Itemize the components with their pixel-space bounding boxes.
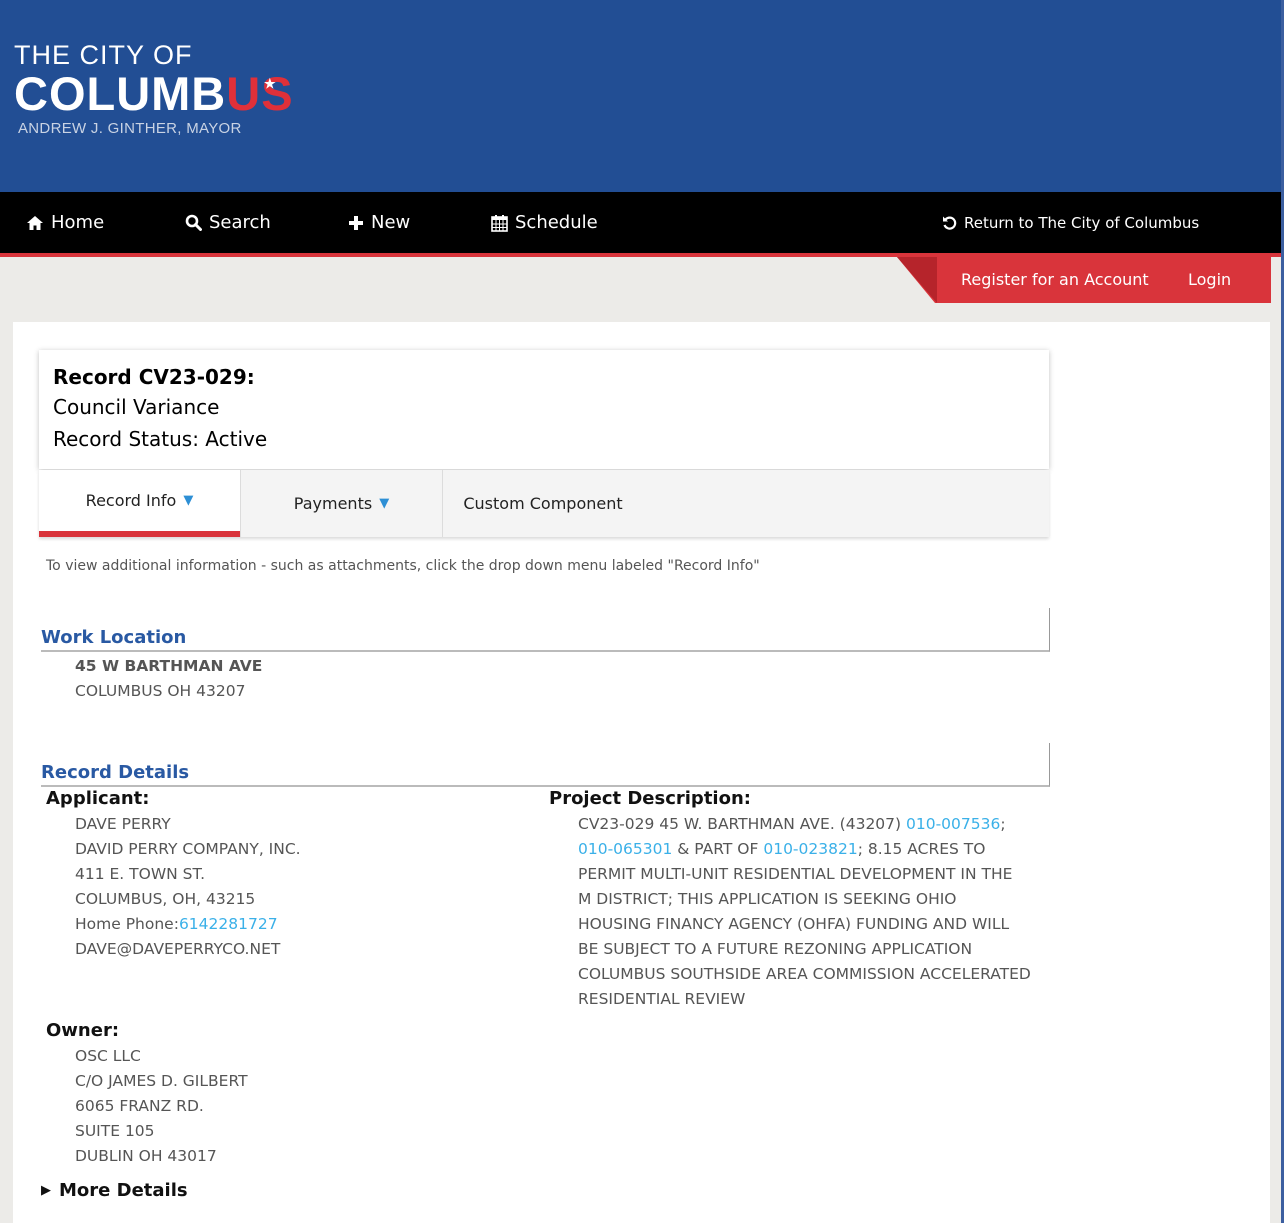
logo-line1: THE CITY OF	[14, 40, 193, 70]
tab-custom-component[interactable]: Custom Component	[443, 470, 643, 537]
applicant-name: DAVE PERRY	[75, 815, 171, 833]
site-header: THE CITY OF COLUMBUS ★ ANDREW J. GINTHER…	[0, 0, 1284, 192]
parcel-link[interactable]: 010-065301	[578, 840, 672, 858]
record-details-title: Record Details	[41, 762, 190, 783]
project-line-1: CV23-029 45 W. BARTHMAN AVE. (43207) 010…	[578, 812, 1006, 837]
main-nav: Home Search New Schedule Return to The C…	[0, 192, 1284, 253]
nav-new-label: New	[371, 212, 411, 233]
owner-label: Owner:	[46, 1020, 120, 1041]
phone-link[interactable]: 6142281727	[179, 915, 278, 933]
record-details-header: Record Details	[41, 743, 1050, 787]
owner-name: OSC LLC	[75, 1047, 141, 1065]
calendar-icon	[491, 214, 508, 232]
tab-custom-label: Custom Component	[463, 494, 623, 513]
project-line-5: HOUSING FINANCY AGENCY (OHFA) FUNDING AN…	[578, 915, 1010, 933]
applicant-street: 411 E. TOWN ST.	[75, 865, 206, 883]
more-details-toggle[interactable]: ▶ More Details	[41, 1180, 188, 1201]
work-location-header: Work Location	[41, 608, 1050, 652]
parcel-link[interactable]: 010-023821	[763, 840, 857, 858]
nav-home[interactable]: Home	[26, 192, 104, 253]
project-text: & PART OF	[672, 840, 764, 858]
tab-record-info[interactable]: Record Info ▼	[39, 470, 240, 537]
tab-payments[interactable]: Payments ▼	[241, 470, 442, 537]
account-bar: Register for an Account Login	[897, 257, 1271, 303]
record-tabs: Record Info ▼ Payments ▼ Custom Componen…	[39, 470, 1049, 537]
caret-right-icon: ▶	[41, 1183, 51, 1198]
register-link[interactable]: Register for an Account	[961, 270, 1149, 289]
owner-city: DUBLIN OH 43017	[75, 1147, 217, 1165]
star-icon: ★	[264, 76, 277, 91]
project-line-8: RESIDENTIAL REVIEW	[578, 990, 746, 1008]
logo-mayor: ANDREW J. GINTHER, MAYOR	[18, 120, 242, 137]
info-hint: To view additional information - such as…	[46, 558, 760, 574]
login-link[interactable]: Login	[1188, 270, 1231, 289]
nav-schedule[interactable]: Schedule	[491, 192, 598, 253]
nav-schedule-label: Schedule	[515, 212, 598, 233]
project-text: ; 8.15 ACRES TO	[857, 840, 986, 858]
project-line-6: BE SUBJECT TO A FUTURE REZONING APPLICAT…	[578, 940, 973, 958]
applicant-label: Applicant:	[46, 788, 150, 809]
project-text: CV23-029 45 W. BARTHMAN AVE. (43207)	[578, 815, 906, 833]
phone-label: Home Phone:	[75, 915, 179, 933]
project-line-4: M DISTRICT; THIS APPLICATION IS SEEKING …	[578, 890, 957, 908]
nav-search-label: Search	[209, 212, 271, 233]
project-line-3: PERMIT MULTI-UNIT RESIDENTIAL DEVELOPMEN…	[578, 865, 1013, 883]
city-logo[interactable]: THE CITY OF COLUMBUS ★ ANDREW J. GINTHER…	[14, 40, 326, 144]
plus-icon	[348, 215, 364, 231]
undo-icon	[942, 215, 957, 230]
search-icon	[185, 214, 202, 231]
home-icon	[26, 215, 44, 231]
nav-return-label: Return to The City of Columbus	[964, 213, 1200, 232]
work-location-street: 45 W BARTHMAN AVE	[75, 657, 263, 675]
logo-line2: COLUMBUS ★	[14, 70, 326, 118]
main-content: Record CV23-029: Council Variance Record…	[13, 322, 1270, 1223]
nav-home-label: Home	[51, 212, 105, 233]
nav-search[interactable]: Search	[185, 192, 271, 253]
owner-care-of: C/O JAMES D. GILBERT	[75, 1072, 248, 1090]
record-status: Record Status: Active	[53, 427, 268, 451]
caret-down-icon: ▼	[379, 496, 390, 511]
logo-columb: COLUMB	[14, 67, 227, 120]
applicant-phone: Home Phone:6142281727	[75, 912, 278, 937]
owner-street: 6065 FRANZ RD.	[75, 1097, 204, 1115]
record-title: Record CV23-029:	[53, 365, 255, 389]
nav-return[interactable]: Return to The City of Columbus	[942, 192, 1199, 253]
parcel-link[interactable]: 010-007536	[906, 815, 1000, 833]
work-location-title: Work Location	[41, 627, 187, 648]
nav-new[interactable]: New	[348, 192, 410, 253]
work-location-city: COLUMBUS OH 43207	[75, 682, 246, 700]
caret-down-icon: ▼	[183, 493, 194, 508]
tab-payments-label: Payments	[293, 494, 373, 513]
logo-us: US	[226, 67, 294, 120]
tab-record-info-label: Record Info	[85, 491, 177, 510]
project-text: ;	[1000, 815, 1006, 833]
record-header-card: Record CV23-029: Council Variance Record…	[39, 350, 1049, 469]
record-type: Council Variance	[53, 395, 220, 419]
owner-suite: SUITE 105	[75, 1122, 155, 1140]
more-details-label: More Details	[59, 1180, 188, 1201]
project-line-7: COLUMBUS SOUTHSIDE AREA COMMISSION ACCEL…	[578, 965, 1031, 983]
applicant-email: DAVE@DAVEPERRYCO.NET	[75, 940, 281, 958]
project-description-label: Project Description:	[549, 788, 751, 809]
applicant-company: DAVID PERRY COMPANY, INC.	[75, 840, 301, 858]
project-line-2: 010-065301 & PART OF 010-023821; 8.15 AC…	[578, 837, 985, 862]
applicant-city: COLUMBUS, OH, 43215	[75, 890, 256, 908]
